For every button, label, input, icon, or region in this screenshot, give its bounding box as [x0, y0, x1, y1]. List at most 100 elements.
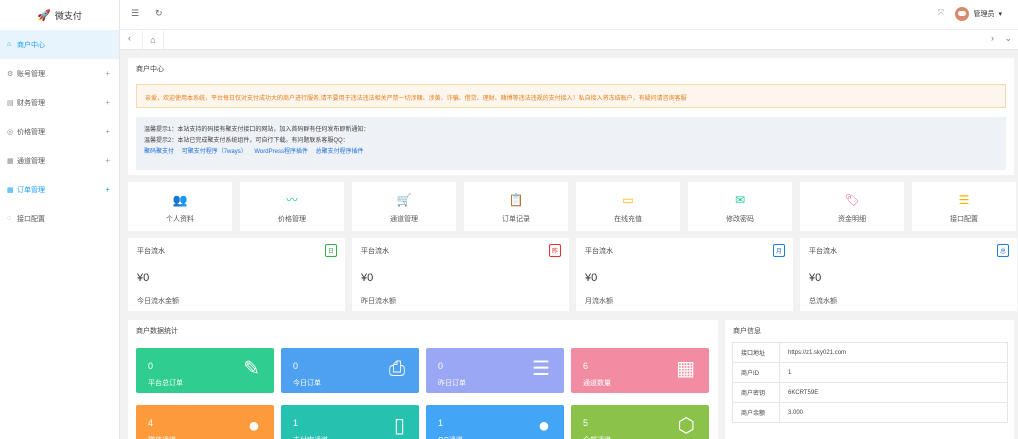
- stat-value: ¥0: [585, 272, 598, 284]
- tile-label: 通道数量: [583, 380, 611, 387]
- stat-label: 月流水额: [585, 298, 613, 305]
- user-menu[interactable]: 管理员 ▾: [955, 7, 1002, 21]
- stat-tile[interactable]: 6 通道数量 ▦: [571, 348, 709, 393]
- edit-icon: ✎: [243, 358, 260, 380]
- wechat-icon: ●: [247, 415, 260, 437]
- link-2[interactable]: 可聚支付程序（7ways）: [182, 149, 247, 155]
- fullscreen-icon[interactable]: ⤧: [938, 8, 944, 18]
- stat-tile[interactable]: 5 全部通道 ⬡: [571, 405, 709, 439]
- sliders-icon: ☰: [958, 193, 970, 207]
- quick-card[interactable]: ▭ 在线充值: [576, 182, 680, 231]
- logo[interactable]: 🚀 微支付: [0, 0, 119, 30]
- stat-tile[interactable]: 0 平台总订单 ✎: [136, 348, 274, 393]
- merchant-stats-panel: 商户数据统计 0 平台总订单 ✎ 0 今日订单 ⎙ 0 昨日订单 ☰ 6 通道数量 ▦ 4 微信通道 ● 1 支…: [128, 320, 718, 439]
- stat-badge: 总: [996, 244, 1009, 257]
- clipboard-icon: 📋: [508, 193, 524, 207]
- merchant-info-title: 商户信息: [733, 328, 761, 335]
- stat-label: 昨日流水额: [361, 298, 396, 305]
- api-icon: ◌: [7, 215, 12, 222]
- user-name: 管理员: [973, 11, 995, 18]
- stat-card: 平台流水 月 ¥0 月流水额: [576, 238, 793, 311]
- home-icon: ⌂: [7, 41, 12, 48]
- stat-badge: 昨: [548, 244, 561, 257]
- stat-title: 平台流水: [809, 248, 837, 255]
- tile-value: 0: [148, 361, 154, 371]
- tile-value: 5: [583, 418, 589, 428]
- quick-card[interactable]: ☰ 接口配置: [912, 182, 1016, 231]
- quick-card[interactable]: 🏷 资金明细: [800, 182, 904, 231]
- sidebar-item-label: 财务管理: [17, 99, 45, 107]
- quick-card[interactable]: 👥 个人资料: [128, 182, 232, 231]
- link-1[interactable]: 聚码聚支付: [144, 149, 174, 155]
- expand-icon: +: [105, 185, 110, 194]
- sidebar-item-3[interactable]: ▤ 财务管理 +: [0, 88, 119, 117]
- quick-card-label: 资金明细: [838, 216, 866, 223]
- price-icon: ◎: [7, 128, 14, 136]
- stat-tile[interactable]: 1 支付宝通道 ▯: [281, 405, 419, 439]
- sidebar-item-2[interactable]: ⚙ 账号管理 +: [0, 59, 119, 88]
- merchant-info-panel: 商户信息 接口地址 https://z1.sky021.com 商户ID 1 商户密钥 6…: [725, 320, 1014, 439]
- tile-value: 1: [438, 418, 444, 428]
- quick-card[interactable]: 📋 订单记录: [464, 182, 568, 231]
- sidebar-item-label: 订单管理: [17, 186, 45, 194]
- expand-icon: +: [105, 69, 110, 78]
- sidebar-item-label: 价格管理: [17, 128, 45, 136]
- info-key: 商户ID: [732, 362, 780, 383]
- stat-badge: 日: [324, 244, 337, 257]
- sidebar-item-5[interactable]: ▦ 通道管理 +: [0, 146, 119, 175]
- tile-value: 4: [148, 418, 154, 428]
- quick-card[interactable]: 🛒 通道管理: [352, 182, 456, 231]
- table-row: 接口地址 https://z1.sky021.com: [732, 342, 1008, 363]
- link-4[interactable]: 总聚支付程序插件: [316, 149, 364, 155]
- stat-tile[interactable]: 0 昨日订单 ☰: [426, 348, 564, 393]
- refresh-icon[interactable]: ↻: [155, 8, 163, 19]
- tab-prev-icon[interactable]: ‹: [128, 33, 131, 43]
- link-3[interactable]: WordPress程序插件: [254, 149, 308, 155]
- stat-tile[interactable]: 4 微信通道 ●: [136, 405, 274, 439]
- quick-card-label: 订单记录: [502, 216, 530, 223]
- quick-card-label: 接口配置: [950, 216, 978, 223]
- tile-label: 支付宝通道: [293, 435, 328, 439]
- stat-value: ¥0: [809, 272, 822, 284]
- tile-label: 昨日订单: [438, 380, 466, 387]
- tile-label: 平台总订单: [148, 380, 183, 387]
- merchant-stats-title: 商户数据统计: [136, 328, 178, 335]
- tab-next-icon[interactable]: ›: [991, 33, 994, 43]
- page-title: 商户中心: [136, 66, 164, 73]
- sidebar-item-7[interactable]: ◌ 接口配置: [0, 204, 119, 233]
- menu-toggle-icon[interactable]: ☰: [131, 8, 139, 19]
- quick-card[interactable]: ✉ 修改密码: [688, 182, 792, 231]
- sidebar-item-label: 接口配置: [17, 215, 45, 223]
- top-bar: ☰ ↻ ⤧ 管理员 ▾: [120, 0, 1018, 30]
- info-key: 接口地址: [732, 342, 780, 363]
- stat-card: 平台流水 总 ¥0 总流水额: [800, 238, 1017, 311]
- info-value: https://z1.sky021.com: [779, 342, 1008, 363]
- tab-dropdown-icon[interactable]: ⌄: [1004, 33, 1012, 44]
- sidebar-item-label: 通道管理: [17, 157, 45, 165]
- wallet-icon: ▭: [622, 193, 634, 207]
- stat-card: 平台流水 昨 ¥0 昨日流水额: [352, 238, 569, 311]
- sidebar-item-1[interactable]: ⌂ 商户中心: [0, 30, 119, 59]
- sidebar-item-4[interactable]: ◎ 价格管理 +: [0, 117, 119, 146]
- tab-bar: ‹ ⌂ › ⌄: [120, 30, 1018, 50]
- expand-icon: +: [105, 98, 110, 107]
- notice-panel: 商户中心 亲爱，欢迎使用本系统，平台每日仅对支付成功大的商户进行服务,请不要用于…: [128, 58, 1014, 175]
- tile-label: 全部通道: [583, 435, 611, 439]
- expand-icon: +: [105, 156, 110, 165]
- sidebar-item-6[interactable]: ▦ 订单管理 +: [0, 175, 119, 204]
- quick-card[interactable]: 〰价格管理: [240, 182, 344, 231]
- tile-value: 0: [438, 361, 444, 371]
- info-key: 商户密钥: [732, 382, 780, 403]
- expand-icon: +: [105, 127, 110, 136]
- stat-label: 今日流水金额: [137, 298, 179, 305]
- rocket-icon: 🚀: [37, 9, 51, 22]
- tip-1: 温馨提示1：本站支持的码接有聚支付接口的网站，加入首码群有任何发布即新通知：: [144, 127, 370, 133]
- stat-card: 平台流水 日 ¥0 今日流水金额: [128, 238, 345, 311]
- stat-tile[interactable]: 1 QQ通道 ●: [426, 405, 564, 439]
- tile-value: 6: [583, 361, 589, 371]
- tab-home[interactable]: ⌂: [142, 31, 164, 49]
- quick-card-label: 价格管理: [278, 216, 306, 223]
- pulse-icon: 〰: [285, 193, 298, 207]
- quick-card-label: 个人资料: [166, 216, 194, 223]
- stat-tile[interactable]: 0 今日订单 ⎙: [281, 348, 419, 393]
